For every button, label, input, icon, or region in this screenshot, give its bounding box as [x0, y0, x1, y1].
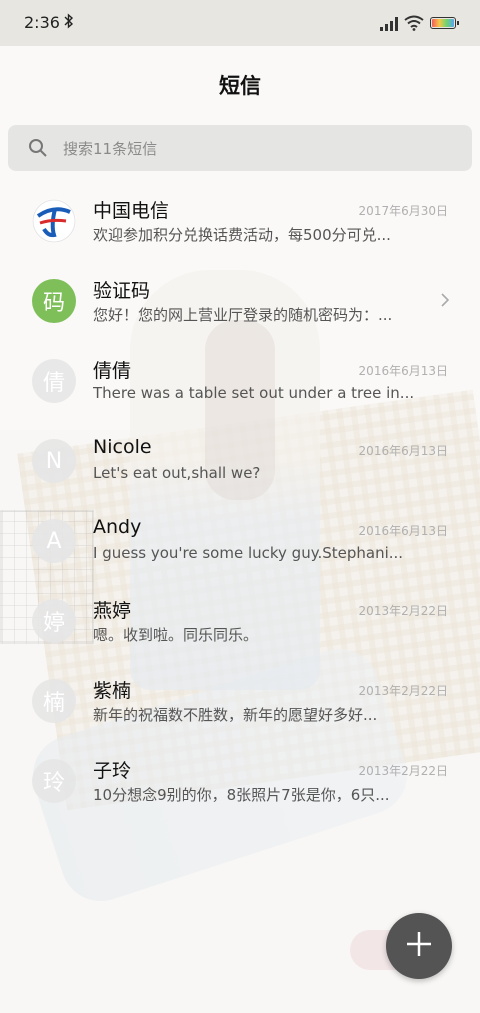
telecom-logo-avatar — [32, 199, 76, 243]
wifi-icon — [404, 15, 424, 35]
conversation-row[interactable]: 码 验证码 您好！您的网上营业厅登录的随机密码为：... — [0, 260, 480, 340]
conversation-row[interactable]: 玲 子玲 2013年2月22日 10分想念9别的你，8张照片7张是你，6只... — [0, 740, 480, 820]
search-input[interactable]: 搜索11条短信 — [63, 138, 157, 159]
message-date: 2016年6月13日 — [358, 524, 448, 538]
status-bar: 2:36 — [0, 0, 480, 46]
avatar: A — [32, 519, 76, 563]
message-preview: Let's eat out,shall we? — [93, 464, 261, 482]
contact-name: 倩倩 — [93, 360, 132, 382]
conversation-row[interactable]: 中国电信 2017年6月30日 欢迎参加积分兑换话费活动，每500分可兑... — [0, 180, 480, 260]
message-preview: 10分想念9别的你，8张照片7张是你，6只... — [93, 786, 390, 804]
status-time: 2:36 — [24, 13, 60, 32]
conversation-row[interactable]: 楠 紫楠 2013年2月22日 新年的祝福数不胜数，新年的愿望好多好... — [0, 660, 480, 740]
conversation-row[interactable]: A Andy 2016年6月13日 I guess you're some lu… — [0, 500, 480, 580]
message-preview: 新年的祝福数不胜数，新年的愿望好多好... — [93, 706, 378, 724]
contact-name: Andy — [93, 516, 142, 538]
contact-name: 燕婷 — [93, 600, 132, 622]
avatar: 码 — [32, 279, 76, 323]
bluetooth-icon — [64, 13, 74, 33]
message-preview: 您好！您的网上营业厅登录的随机密码为：... — [93, 306, 393, 324]
contact-name: Nicole — [93, 436, 152, 458]
avatar: N — [32, 439, 76, 483]
message-date: 2013年2月22日 — [358, 764, 448, 778]
new-message-button[interactable] — [386, 913, 452, 979]
conversation-row[interactable]: 倩 倩倩 2016年6月13日 There was a table set ou… — [0, 340, 480, 420]
message-preview: There was a table set out under a tree i… — [93, 384, 415, 402]
search-icon — [28, 138, 48, 162]
message-date: 2016年6月13日 — [358, 444, 448, 458]
avatar: 玲 — [32, 759, 76, 803]
contact-name: 验证码 — [93, 280, 151, 302]
message-date: 2013年2月22日 — [358, 604, 448, 618]
message-date: 2017年6月30日 — [358, 204, 448, 218]
message-date: 2013年2月22日 — [358, 684, 448, 698]
avatar: 婷 — [32, 599, 76, 643]
signal-icon — [380, 16, 398, 35]
contact-name: 子玲 — [93, 760, 132, 782]
page-title: 短信 — [219, 74, 261, 98]
contact-name: 紫楠 — [93, 680, 132, 702]
message-preview: I guess you're some lucky guy.Stephani..… — [93, 544, 404, 562]
contact-name: 中国电信 — [93, 200, 170, 222]
avatar: 倩 — [32, 359, 76, 403]
battery-icon — [430, 17, 459, 29]
plus-icon — [405, 930, 433, 962]
chevron-right-icon — [440, 292, 450, 312]
conversation-row[interactable]: 婷 燕婷 2013年2月22日 嗯。收到啦。同乐同乐。 — [0, 580, 480, 660]
avatar: 楠 — [32, 679, 76, 723]
conversation-row[interactable]: N Nicole 2016年6月13日 Let's eat out,shall … — [0, 420, 480, 500]
message-preview: 嗯。收到啦。同乐同乐。 — [93, 626, 259, 644]
message-preview: 欢迎参加积分兑换话费活动，每500分可兑... — [93, 226, 391, 244]
message-date: 2016年6月13日 — [358, 364, 448, 378]
search-bar[interactable]: 搜索11条短信 — [8, 125, 472, 171]
